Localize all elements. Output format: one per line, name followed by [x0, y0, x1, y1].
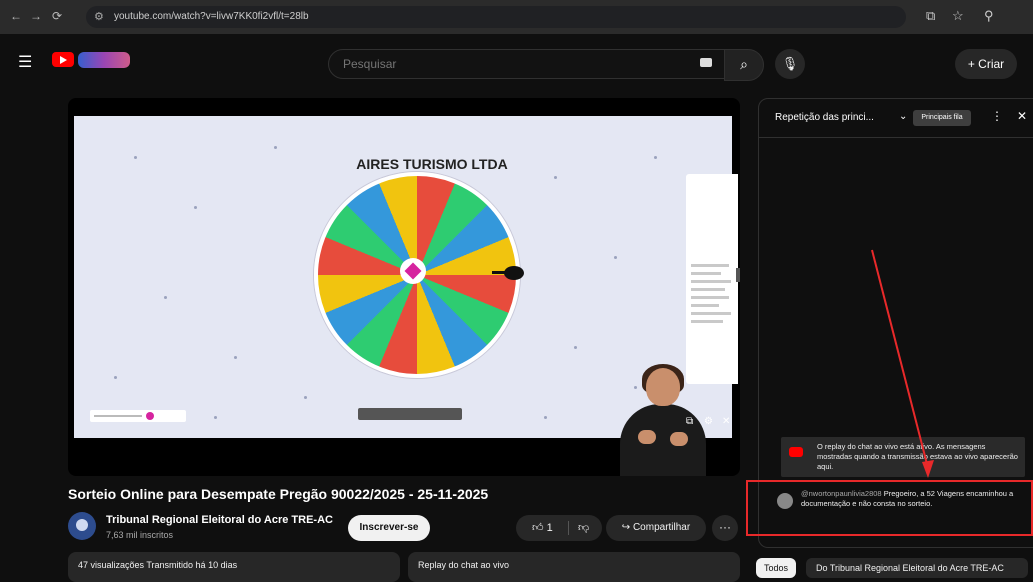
annotation-arrow — [871, 249, 929, 469]
annotation-box — [746, 480, 1033, 536]
tab-channel[interactable]: Do Tribunal Regional Eleitoral do Acre T… — [806, 558, 1028, 578]
annotation-arrowhead — [922, 460, 934, 478]
tab-todos[interactable]: Todos — [756, 558, 796, 578]
